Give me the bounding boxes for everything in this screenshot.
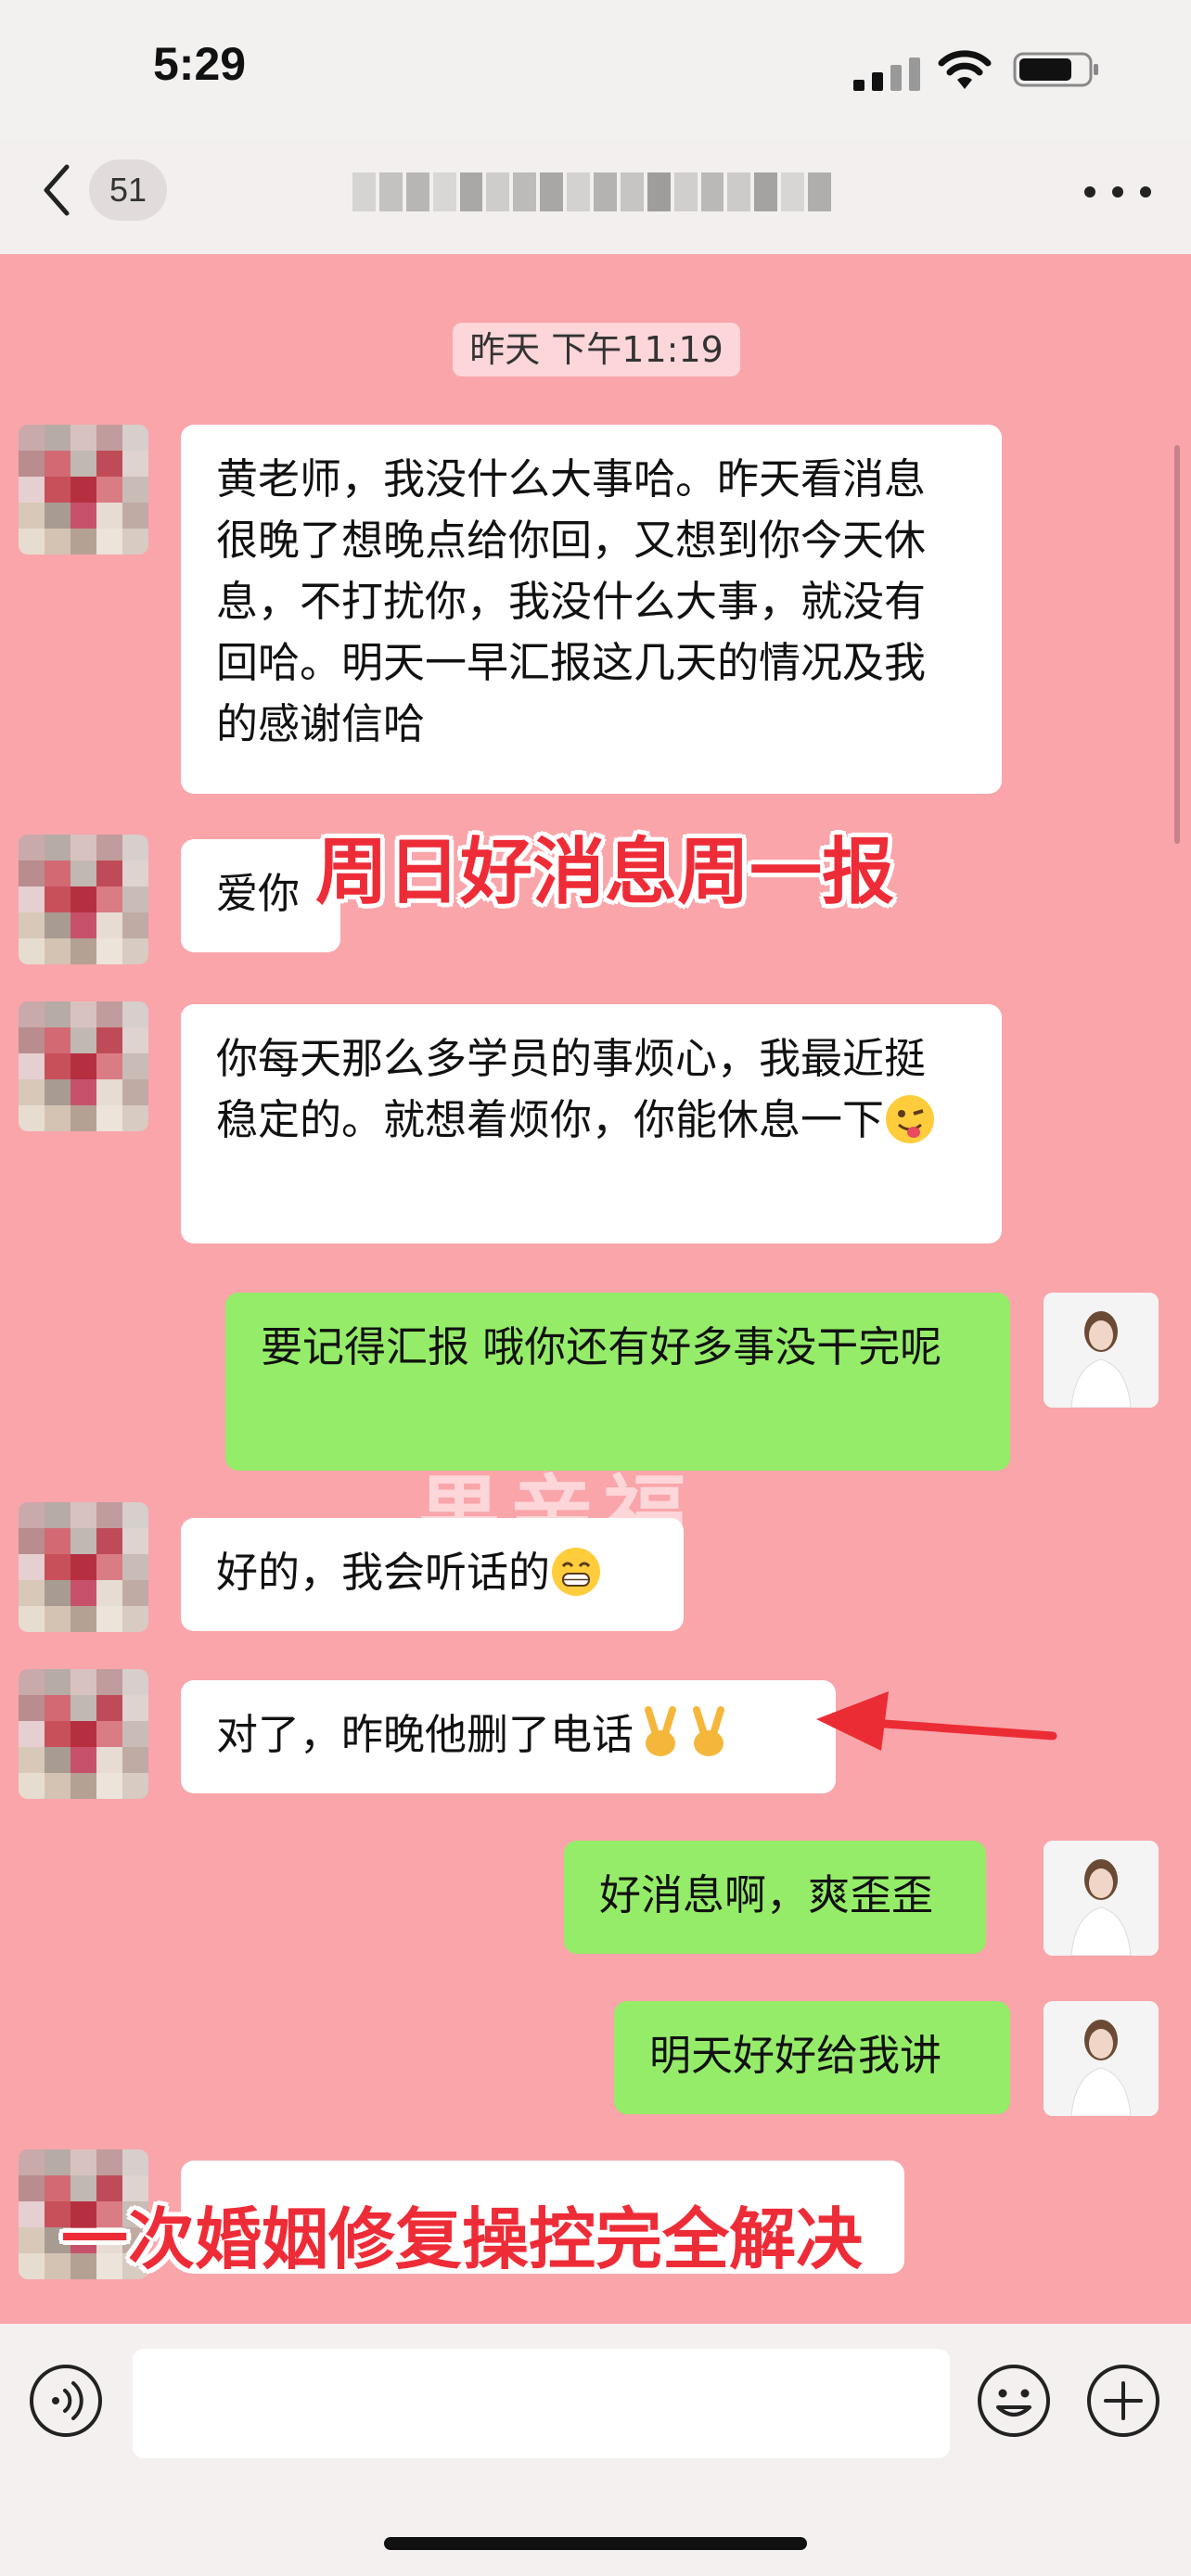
victory-hand-emoji <box>693 1706 725 1756</box>
contact-avatar[interactable] <box>19 835 148 964</box>
scrollbar[interactable] <box>1174 445 1180 844</box>
message-timestamp: 昨天 下午11:19 <box>453 323 740 376</box>
cellular-signal-icon <box>853 57 920 91</box>
more-icon[interactable] <box>1076 182 1159 202</box>
caption-top: 周日好消息周一报 <box>315 831 895 914</box>
plus-icon[interactable] <box>1085 2363 1161 2439</box>
battery-icon <box>1013 52 1098 87</box>
my-avatar[interactable] <box>1044 2001 1159 2116</box>
unread-count-badge[interactable]: 51 <box>89 159 167 221</box>
wifi-icon <box>938 50 992 89</box>
status-time: 5:29 <box>153 38 247 90</box>
wink-tongue-emoji <box>886 1095 935 1143</box>
grin-emoji <box>552 1548 601 1596</box>
caption-bottom: 一次婚姻修复操控完全解决 <box>61 2200 864 2278</box>
message-text: 你每天那么多学员的事烦心，我最近挺稳定的。就想着烦你，你能休息一下 <box>216 1034 927 1144</box>
message-bubble-outgoing[interactable]: 好消息啊，爽歪歪 <box>564 1841 986 1954</box>
home-indicator[interactable] <box>384 2537 807 2550</box>
my-avatar[interactable] <box>1044 1293 1159 1408</box>
message-bubble-incoming[interactable]: 好的，我会听话的 <box>181 1518 684 1631</box>
message-input[interactable] <box>133 2349 950 2458</box>
message-bubble-incoming[interactable]: 黄老师，我没什么大事哈。昨天看消息很晚了想晚点给你回，又想到你今天休息，不打扰你… <box>181 425 1002 794</box>
message-bubble-outgoing[interactable]: 明天好好给我讲 <box>614 2001 1010 2114</box>
emoji-picker-icon[interactable] <box>976 2363 1052 2439</box>
my-avatar[interactable] <box>1044 1841 1159 1956</box>
red-arrow-annotation <box>816 1691 1057 1751</box>
contact-avatar[interactable] <box>19 425 148 555</box>
voice-input-icon[interactable] <box>28 2363 104 2439</box>
chat-title-pixelated <box>352 172 835 211</box>
contact-avatar[interactable] <box>19 1669 148 1799</box>
message-bubble-incoming[interactable]: 对了，昨晚他删了电话 <box>181 1680 836 1793</box>
message-bubble-outgoing[interactable]: 要记得汇报 哦你还有好多事没干完呢 <box>225 1293 1010 1471</box>
message-text: 对了，昨晚他删了电话 <box>216 1710 634 1759</box>
message-text: 好的，我会听话的 <box>216 1548 551 1597</box>
contact-avatar[interactable] <box>19 1001 148 1131</box>
back-chevron-icon[interactable] <box>37 158 74 223</box>
victory-hand-emoji <box>645 1706 677 1756</box>
contact-avatar[interactable] <box>19 1502 148 1632</box>
message-bubble-incoming[interactable]: 你每天那么多学员的事烦心，我最近挺稳定的。就想着烦你，你能休息一下 <box>181 1004 1002 1243</box>
